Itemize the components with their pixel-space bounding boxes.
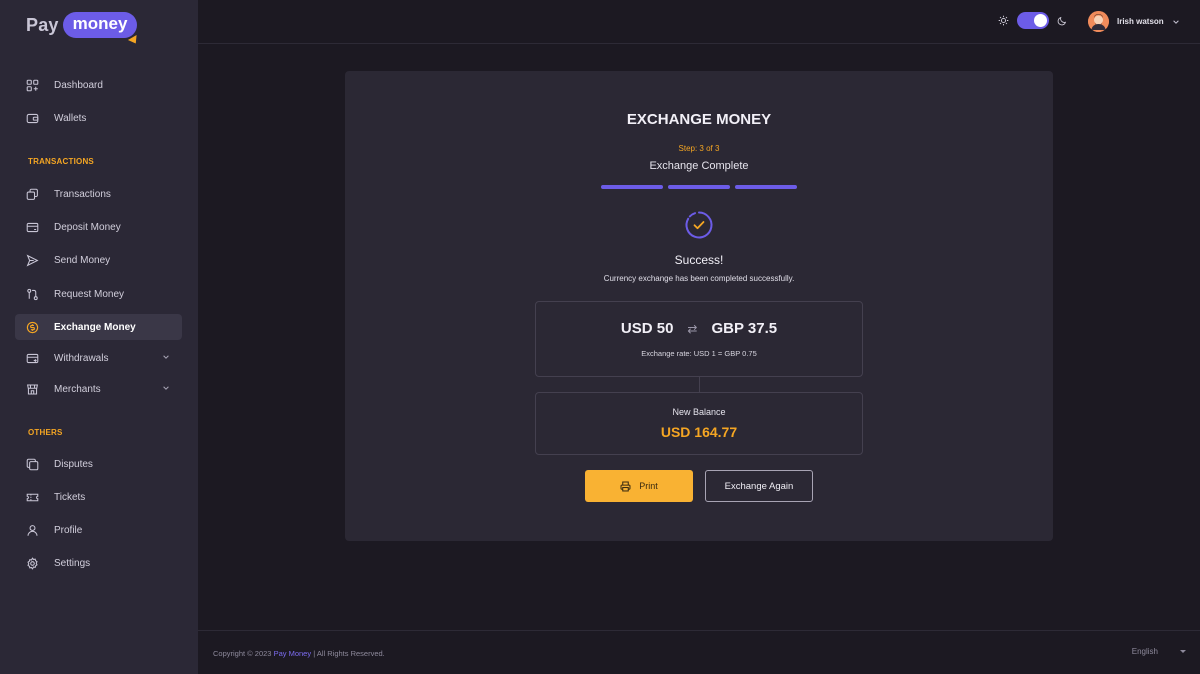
exchange-card: EXCHANGE MONEY Step: 3 of 3 Exchange Com… (345, 71, 1053, 541)
exchange-amounts: USD 50 ⇄ GBP 37.5 (536, 320, 862, 337)
language-label: English (1131, 647, 1158, 656)
sidebar-item-label: Tickets (54, 491, 86, 503)
sidebar-item-label: Withdrawals (54, 352, 109, 364)
transactions-heading: TRANSACTIONS (28, 157, 94, 166)
sidebar-item-label: Transactions (54, 188, 111, 200)
sidebar-item-label: Send Money (54, 254, 111, 266)
sidebar-item-disputes[interactable]: Disputes (15, 451, 182, 477)
sidebar-item-dashboard[interactable]: Dashboard (15, 72, 182, 98)
chevron-down-icon[interactable] (1172, 18, 1180, 26)
sidebar-item-label: Merchants (54, 383, 101, 395)
success-title: Success! (674, 253, 724, 267)
sidebar-item-request-money[interactable]: Request Money (15, 281, 182, 307)
progress-step-2 (668, 185, 730, 189)
send-icon (26, 254, 39, 267)
sun-icon[interactable] (998, 15, 1009, 26)
progress-step-3 (735, 185, 797, 189)
sidebar-item-label: Request Money (54, 288, 125, 300)
divider (699, 377, 700, 392)
request-icon (26, 288, 39, 301)
sidebar-item-label: Disputes (54, 458, 93, 470)
sidebar-item-label: Exchange Money (54, 321, 136, 333)
print-button[interactable]: Print (585, 470, 693, 502)
logo-pay-text: Pay (26, 14, 59, 35)
sidebar-item-merchants[interactable]: Merchants (15, 376, 182, 402)
success-message: Currency exchange has been completed suc… (603, 274, 795, 283)
dashboard-icon (26, 79, 39, 92)
exchange-again-label: Exchange Again (724, 480, 794, 492)
chevron-down-icon (163, 386, 169, 390)
sidebar-item-withdrawals[interactable]: Withdrawals (15, 345, 182, 371)
to-amount: GBP 37.5 (711, 320, 778, 337)
copyright-prefix: Copyright © 2023 (213, 649, 272, 658)
toggle-knob (1034, 14, 1047, 27)
printer-icon (620, 481, 631, 491)
sidebar-item-deposit-money[interactable]: Deposit Money (15, 214, 182, 240)
balance-label: New Balance (672, 407, 726, 417)
exchange-icon (26, 321, 39, 334)
cursor-icon (128, 34, 141, 47)
sidebar-item-wallets[interactable]: Wallets (15, 105, 182, 131)
sidebar-item-label: Wallets (54, 112, 87, 124)
transactions-icon (26, 188, 39, 201)
copyright-suffix: | All Rights Reserved. (313, 649, 385, 658)
sidebar-item-label: Dashboard (54, 79, 103, 91)
top-header: Irish watson (198, 0, 1200, 44)
chevron-down-icon (163, 355, 169, 359)
ticket-icon (26, 491, 39, 504)
deposit-icon (26, 221, 39, 234)
sidebar-item-settings[interactable]: Settings (15, 550, 182, 576)
caret-down-icon (1180, 650, 1186, 653)
profile-icon (26, 524, 39, 537)
new-balance-box: New Balance USD 164.77 (535, 392, 863, 455)
page-title: EXCHANGE MONEY (626, 111, 772, 128)
avatar[interactable] (1088, 11, 1109, 32)
step-name: Exchange Complete (649, 160, 749, 172)
wallet-icon (26, 112, 39, 125)
copyright: Copyright © 2023 Pay Money | All Rights … (213, 649, 385, 658)
exchange-rate: Exchange rate: USD 1 = GBP 0.75 (641, 349, 757, 358)
language-select[interactable]: English (1132, 647, 1186, 656)
sidebar-item-label: Settings (54, 557, 91, 569)
withdrawal-icon (26, 352, 39, 365)
others-heading: OTHERS (28, 428, 63, 437)
gear-icon (26, 556, 39, 570)
copyright-brand-link[interactable]: Pay Money (274, 649, 312, 658)
sidebar-item-profile[interactable]: Profile (15, 517, 182, 543)
sidebar-item-tickets[interactable]: Tickets (15, 484, 182, 510)
print-label: Print (639, 481, 658, 491)
balance-value: USD 164.77 (660, 424, 738, 440)
theme-toggle[interactable] (998, 12, 1067, 29)
sidebar-item-transactions[interactable]: Transactions (15, 181, 182, 207)
sidebar: Pay money Dashboard Wallets TRANSACTIONS… (0, 0, 198, 674)
user-menu[interactable]: Irish watson (1088, 11, 1180, 32)
exchange-again-button[interactable]: Exchange Again (705, 470, 813, 502)
logo-money-text: money (62, 12, 141, 47)
success-check-icon (685, 211, 713, 239)
moon-icon[interactable] (1057, 16, 1067, 26)
sidebar-item-label: Deposit Money (54, 221, 121, 233)
brand-logo[interactable]: Pay money (26, 12, 141, 47)
sidebar-item-exchange-money[interactable]: Exchange Money (15, 314, 182, 340)
footer: Copyright © 2023 Pay Money | All Rights … (198, 630, 1200, 674)
progress-step-1 (601, 185, 663, 189)
user-name[interactable]: Irish watson (1117, 17, 1164, 26)
step-indicator: Step: 3 of 3 (678, 144, 720, 153)
exchange-summary: USD 50 ⇄ GBP 37.5 Exchange rate: USD 1 =… (535, 301, 863, 377)
sidebar-item-send-money[interactable]: Send Money (15, 247, 182, 273)
disputes-icon (26, 458, 39, 471)
dark-mode-switch[interactable] (1017, 12, 1049, 29)
swap-arrows-icon: ⇄ (687, 321, 698, 336)
sidebar-item-label: Profile (54, 524, 83, 536)
step-progress (601, 185, 797, 189)
from-amount: USD 50 (620, 320, 674, 337)
merchant-icon (26, 383, 39, 396)
